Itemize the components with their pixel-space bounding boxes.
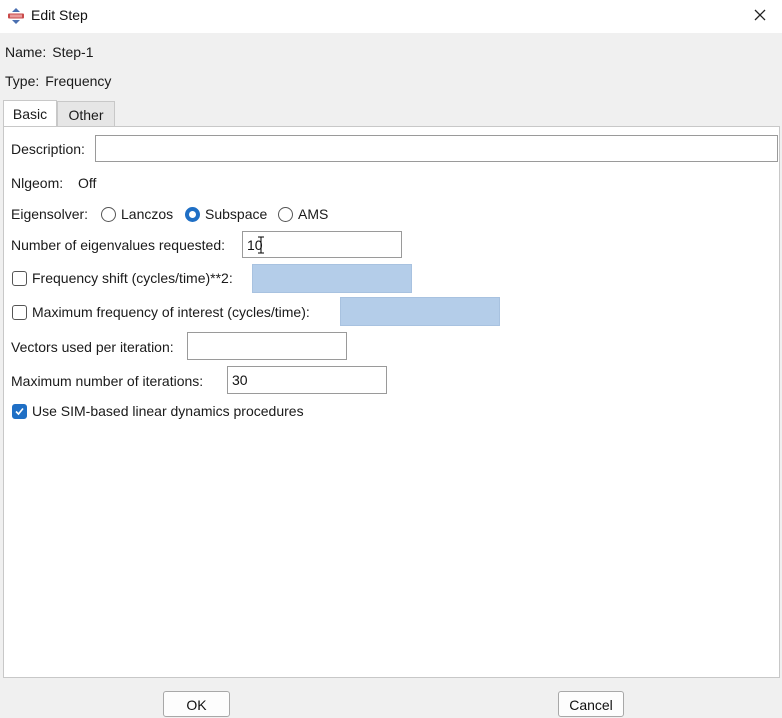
- vectors-input[interactable]: [187, 332, 347, 360]
- text-cursor-icon: [258, 236, 264, 254]
- radio-subspace[interactable]: [185, 207, 200, 222]
- max-freq-label[interactable]: Maximum frequency of interest (cycles/ti…: [32, 304, 310, 320]
- freq-shift-checkbox[interactable]: [12, 271, 27, 286]
- max-iterations-input[interactable]: [227, 366, 387, 394]
- description-label: Description:: [11, 141, 85, 157]
- vectors-label: Vectors used per iteration:: [11, 339, 174, 355]
- num-eigenvalues-input[interactable]: [242, 231, 402, 258]
- sim-label[interactable]: Use SIM-based linear dynamics procedures: [32, 403, 304, 419]
- eigensolver-label: Eigensolver:: [11, 206, 89, 222]
- type-label: Type:: [5, 73, 40, 89]
- nlgeom-label: Nlgeom:: [11, 175, 64, 191]
- type-value: Frequency: [45, 73, 112, 89]
- name-label: Name:: [5, 44, 47, 60]
- max-iterations-label: Maximum number of iterations:: [11, 373, 204, 389]
- step-name-row: Name: Step-1: [5, 44, 93, 60]
- step-gear-icon: [8, 8, 24, 24]
- sim-checkbox[interactable]: [12, 404, 27, 419]
- checkmark-icon: [15, 407, 24, 416]
- ok-button[interactable]: OK: [163, 691, 230, 717]
- title-bar: Edit Step: [0, 0, 782, 33]
- freq-shift-input: [252, 264, 412, 293]
- radio-ams-label[interactable]: AMS: [298, 206, 328, 222]
- name-value: Step-1: [52, 44, 94, 60]
- step-type-row: Type: Frequency: [5, 73, 111, 89]
- freq-shift-label[interactable]: Frequency shift (cycles/time)**2:: [32, 270, 233, 286]
- radio-lanczos[interactable]: [101, 207, 116, 222]
- radio-ams[interactable]: [278, 207, 293, 222]
- radio-subspace-label[interactable]: Subspace: [205, 206, 267, 222]
- basic-tab-panel: [3, 126, 780, 678]
- tab-other[interactable]: Other: [57, 101, 115, 127]
- close-icon[interactable]: [752, 7, 768, 23]
- description-input[interactable]: [95, 135, 778, 162]
- max-freq-checkbox[interactable]: [12, 305, 27, 320]
- window-title: Edit Step: [31, 7, 88, 23]
- num-eigenvalues-label: Number of eigenvalues requested:: [11, 237, 226, 253]
- radio-lanczos-label[interactable]: Lanczos: [121, 206, 173, 222]
- nlgeom-value: Off: [78, 175, 97, 191]
- max-freq-input: [340, 297, 500, 326]
- cancel-button[interactable]: Cancel: [558, 691, 624, 717]
- tab-basic[interactable]: Basic: [3, 100, 57, 126]
